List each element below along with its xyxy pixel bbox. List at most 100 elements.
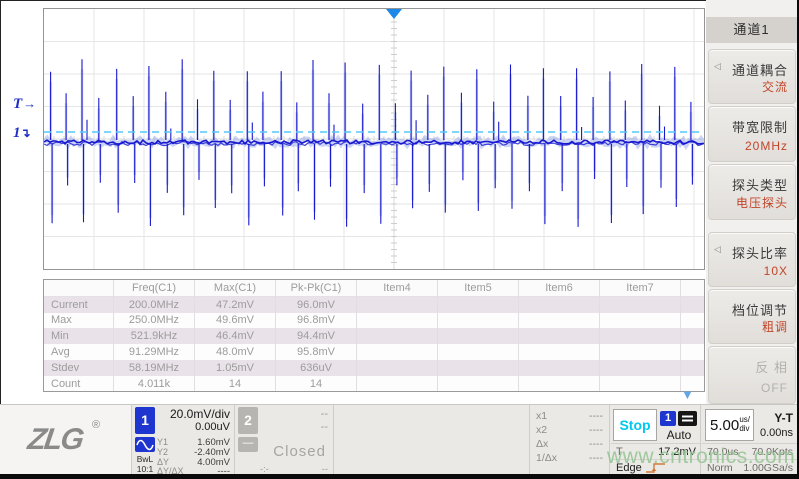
measurement-column-header: Pk-Pk(C1) [276,280,357,296]
channel-menu: 通道1 ◁通道耦合交流带宽限制20MHz探头类型电压探头◁探头比率10X档位调节… [706,0,797,404]
measurement-value [600,344,681,360]
capture-window: 70.0us [707,446,739,458]
measurement-value [600,313,681,329]
panel-label: 档位调节 [732,300,788,319]
timebase-scale-box[interactable]: 5.00 us/ div [705,409,754,441]
table-row: Avg91.29MHz48.0mV95.8mV [44,344,705,360]
cursor-readout-row: Δx---- [533,438,607,448]
panel-value: 10X [764,264,788,278]
sidebar-panel-coupling[interactable]: ◁ 通道耦合交流 [708,49,796,104]
panel-label: 通道耦合 [732,60,788,79]
timebase-scale-unit: us/ div [739,415,750,433]
cursor-readout-row: 1/Δx---- [533,452,607,462]
measurement-value [438,313,519,329]
display-mode: Y-T [774,411,793,425]
sidebar-panel-invert: 反 相 OFF [708,346,796,404]
measurement-value [600,296,681,312]
channel1-ground-marker[interactable]: 1↴ [13,125,31,142]
cursor-label: 1/Δx [536,452,557,464]
measurement-table: Freq(C1)Max(C1)Pk-Pk(C1)Item4Item5Item6I… [43,279,705,392]
stat-row-label: Stdev [44,360,114,376]
measurement-value: 91.29MHz [114,344,195,360]
expand-left-icon: ◁ [714,61,721,72]
measurement-column-header: Freq(C1) [114,280,195,296]
sidebar-panel-probe-ratio[interactable]: ◁ 探头比率 10X [708,232,796,287]
stat-row-label: Count [44,376,114,392]
trigger-level-key: T [616,446,623,458]
table-scroll-down-icon[interactable]: ▼ [681,388,694,401]
cursor-value: ---- [589,438,603,450]
sidebar-panel-probe-type[interactable]: 探头类型电压探头 [708,164,796,220]
cursor-readout-row: x1---- [533,410,607,420]
measurement-value: 200.0MHz [114,296,195,312]
measurement-value [438,296,519,312]
zlg-logo-text: ZLG [26,423,85,457]
stat-row-label: Min [44,328,114,344]
measurement-value: 14 [195,376,276,392]
cursor-value: ---- [589,424,603,436]
expand-left-icon: ◁ [714,244,721,255]
memory-depth: 70.0Kpts [752,446,793,458]
measurement-value: 521.9kHz [114,328,195,344]
timebase-status-block: 5.00 us/ div Y-T 0.00ns 70.0us 70.0Kpts … [702,405,797,475]
cursor-label: Y2 [157,447,168,457]
measurement-value: 250.0MHz [114,313,195,329]
ch2-status: Closed [273,443,326,460]
trigger-level-label: T [13,96,22,112]
panel-value: 电压探头 [736,194,788,211]
screen-bottom-edge [0,474,799,479]
measurement-value [681,313,706,329]
cursor-readout-row: x2 ---- [533,424,607,434]
panel-value: 20MHz [745,139,788,153]
ch2-status-block[interactable]: 2 -- -- — Closed -:- -- [236,405,332,475]
panel-value: 交流 [762,78,788,95]
measurement-value [519,313,600,329]
dc-coupling-icon[interactable] [678,411,697,426]
run-stop-indicator[interactable]: Stop [613,409,657,441]
table-row: Current200.0MHz47.2mV96.0mV [44,296,705,312]
cursor-label: x2 [536,424,547,436]
measurement-value: 46.4mV [195,328,276,344]
stat-row-label: Max [44,313,114,329]
sidebar-panel-bandwidth[interactable]: 带宽限制20MHz [708,106,796,162]
cursor-readout-block: x1----x2----Δx----1/Δx---- [533,405,607,475]
stat-row-label: Current [44,296,114,312]
measurement-value [438,328,519,344]
cursor-label: x1 [536,410,547,422]
waveform-plot[interactable] [43,8,705,270]
measurement-value: 1.05mV [195,360,276,376]
trigger-type: Edge [616,462,642,474]
measurement-value: 47.2mV [195,296,276,312]
measurement-column-header: Item4 [357,280,438,296]
panel-value: OFF [761,381,788,395]
status-bar: ZLG ® 1 20.0mV/div 0.00uV BwL 10:1 Y11.6… [0,404,797,475]
sidebar-panel-gain-adjust[interactable]: 档位调节粗调 [708,289,796,344]
trigger-mode: Auto [660,428,698,442]
measurement-value [519,296,600,312]
table-row: Max250.0MHz49.6mV96.8mV [44,313,705,329]
measurement-value: 14 [276,376,357,392]
trigger-level-marker[interactable]: T→ [13,96,36,113]
measurement-value: 96.0mV [276,296,357,312]
ch1-offset: 0.00uV [195,421,230,433]
measurement-value [357,296,438,312]
measurement-value [357,313,438,329]
measurement-value: 49.6mV [195,313,276,329]
ch1-badge[interactable]: 1 [135,407,155,434]
measurement-value: 58.19MHz [114,360,195,376]
channel1-marker-arrow-icon: ↴ [21,126,31,140]
ch1-status-block[interactable]: 1 20.0mV/div 0.00uV BwL 10:1 Y11.60mVY2-… [133,405,234,475]
measurement-value [438,376,519,392]
ch2-badge[interactable]: 2 [238,407,258,434]
oscilloscope-screen: T→ 1↴ Freq(C1)Max(C1)Pk-Pk(C1)Item4Item5… [0,0,799,479]
trigger-source-badge[interactable]: 1 [660,411,676,426]
ch2-scale: -- [321,408,328,420]
measurement-column-header: Max(C1) [195,280,276,296]
panel-label: 探头比率 [732,243,788,262]
ch2-offset: -- [321,421,328,433]
table-row: Stdev58.19MHz1.05mV636uV [44,360,705,376]
measurement-value [600,360,681,376]
panel-label: 反 相 [755,357,788,376]
measurement-value: 48.0mV [195,344,276,360]
measurement-column-header: Item5 [438,280,519,296]
